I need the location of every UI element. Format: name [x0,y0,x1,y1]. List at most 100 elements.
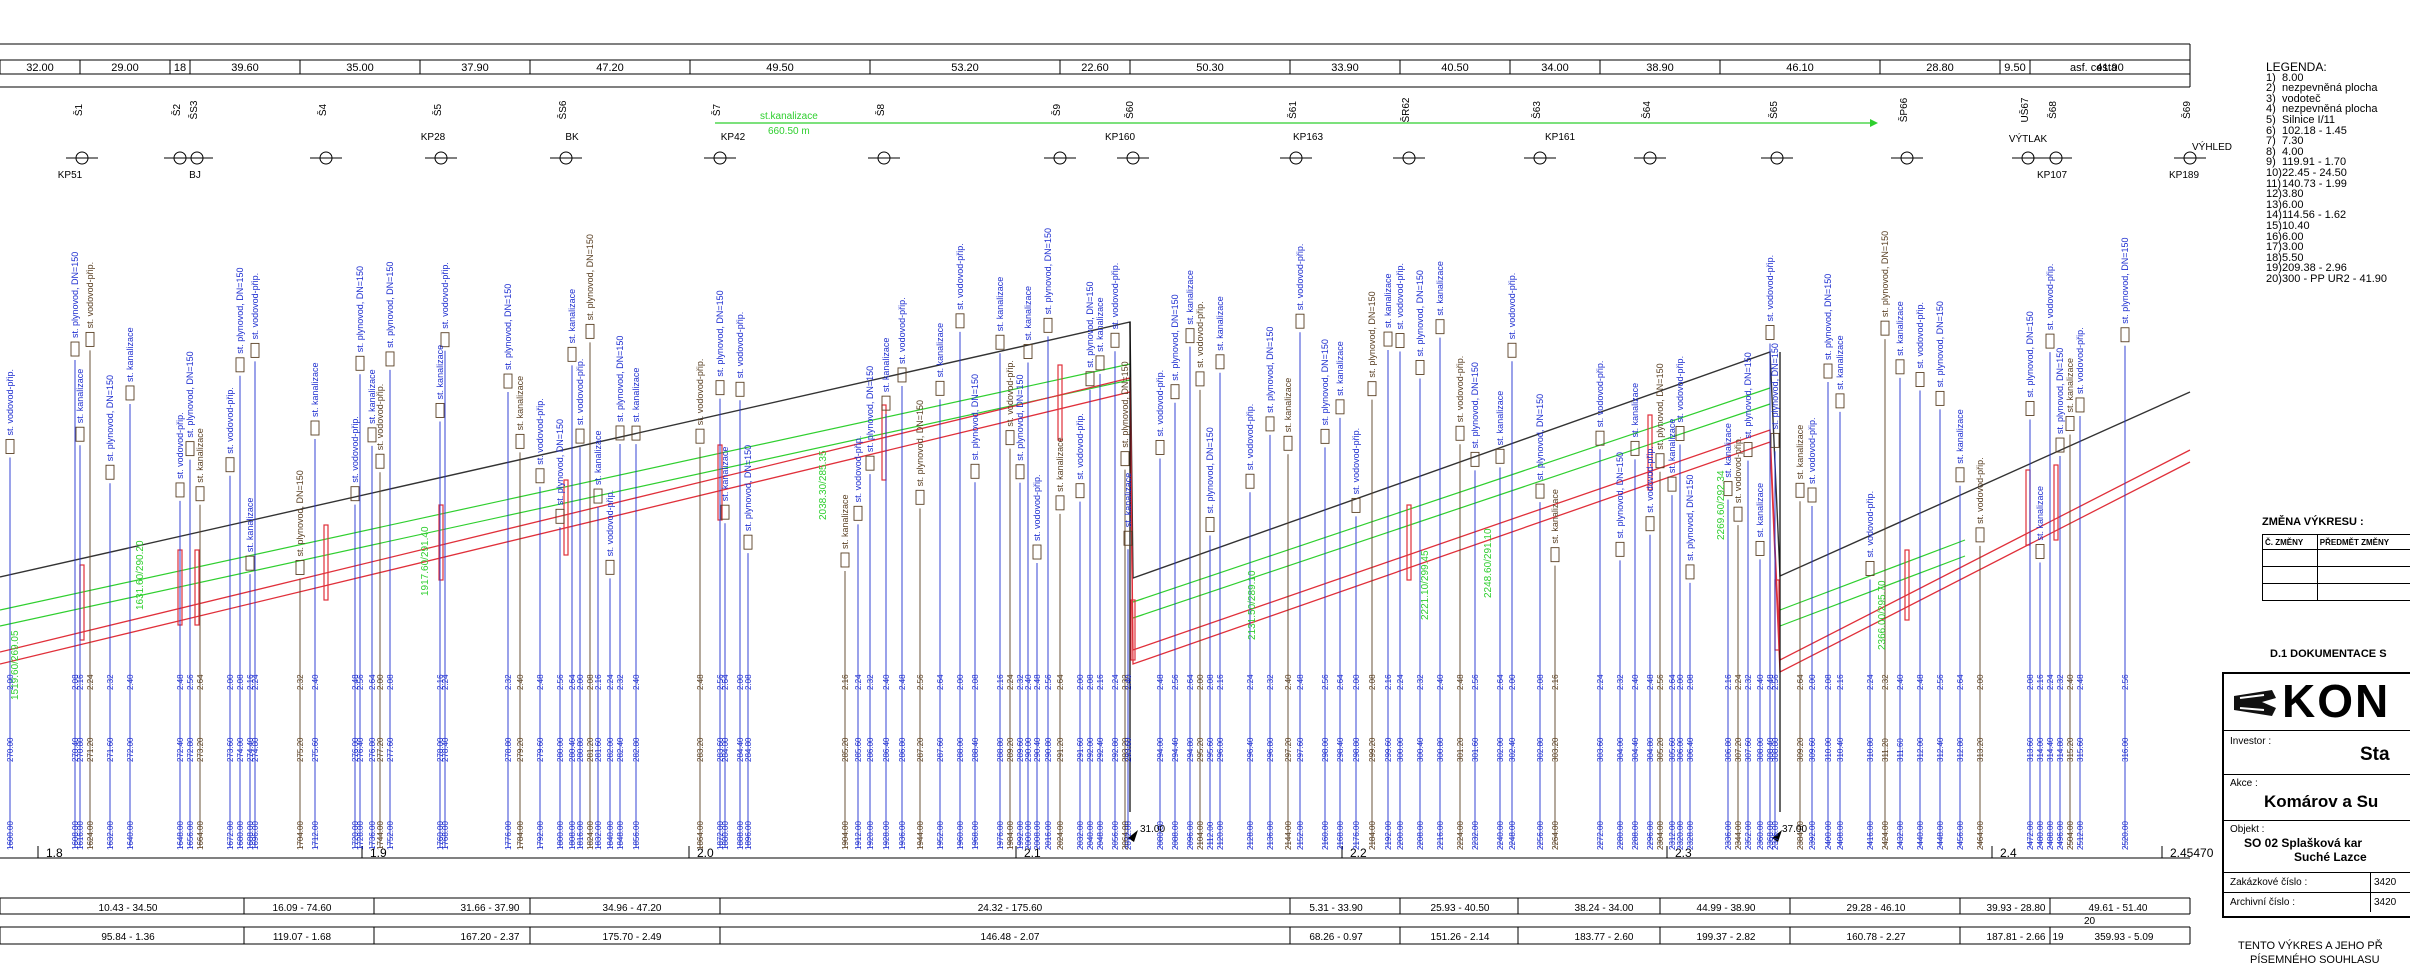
change-panel: ZMĚNA VÝKRESU : Č. ZMĚNY PŘEDMĚT ZMĚNY [2262,516,2410,601]
crossing-annotation: st. vodovod-přip. [85,262,95,329]
shaft-label: ŠS3 [187,100,200,119]
svg-text:1912.00: 1912.00 [854,821,863,850]
svg-text:287.60: 287.60 [936,737,945,762]
crossing-annotation: st. plynovod, DN=150 [1655,363,1665,449]
svg-text:270.80: 270.80 [76,737,85,762]
svg-text:2.08: 2.08 [971,674,980,690]
crossing-annotation: st. kanalizace [1123,473,1133,528]
svg-text:2.40: 2.40 [2066,674,2075,690]
crossing-annotation: st. plynovod, DN=150 [555,419,565,505]
svg-text:285.20: 285.20 [841,737,850,762]
crossing-annotation: st. plynovod, DN=150 [1823,274,1833,360]
svg-text:312.80: 312.80 [1956,737,1965,762]
svg-text:2272.00: 2272.00 [1596,821,1605,850]
svg-text:2.08: 2.08 [1686,674,1695,690]
crossing-annotation: st. kanalizace [1795,425,1805,480]
pipe-top-line [0,377,2191,662]
svg-text:298.40: 298.40 [1336,737,1345,762]
archivni-label: Archivní číslo : [2230,897,2296,908]
svg-text:2.08: 2.08 [2026,674,2035,690]
crossing-annotation: st. vodovod-přip. [1075,413,1085,480]
svg-text:271.60: 271.60 [106,737,115,762]
crossing-annotation: st. plynovod, DN=150 [865,366,875,452]
svg-text:1656.00: 1656.00 [186,821,195,850]
svg-text:2440.00: 2440.00 [1916,821,1925,850]
svg-text:312.40: 312.40 [1936,737,1945,762]
crossing-annotation: st. plynovod, DN=150 [1320,339,1330,425]
crossing-annotation: st. plynovod, DN=150 [105,375,115,461]
svg-text:304.00: 304.00 [1616,737,1625,762]
svg-text:303.60: 303.60 [1596,737,1605,762]
svg-text:2072.00: 2072.00 [1124,821,1133,850]
svg-text:277.60: 277.60 [386,737,395,762]
svg-text:2.48: 2.48 [1296,674,1305,690]
crossing-annotation: st. plynovod, DN=150 [503,284,513,370]
svg-text:273.60: 273.60 [226,737,235,762]
svg-text:2.00: 2.00 [376,674,385,690]
shaft-label: Š60 [1123,101,1136,119]
top-band-labels: 32.00 29.00 18 39.60 35.00 37.90 47.20 49.50 53.… [26,62,2124,74]
svg-text:2336.00: 2336.00 [1724,821,1733,850]
svg-text:1848.00: 1848.00 [616,821,625,850]
svg-text:313.60: 313.60 [2026,737,2035,762]
crossing-annotation: st. kanalizace [435,345,445,400]
investor-label: Investor : [2230,736,2272,747]
svg-text:2.00: 2.00 [1808,674,1817,690]
manhole-mark [79,564,85,641]
top-band-value: 47.20 [596,62,624,74]
svg-text:2280.00: 2280.00 [1616,821,1625,850]
legend-item: 20) 300 - PP UR2 - 41.90 [2266,272,2388,285]
svg-text:1672.00: 1672.00 [226,821,235,850]
crossing-annotation: st. kanalizace [75,369,85,424]
svg-text:2048.00: 2048.00 [1096,821,1105,850]
svg-text:2400.00: 2400.00 [1824,821,1833,850]
svg-text:2152.00: 2152.00 [1296,821,1305,850]
svg-text:2168.00: 2168.00 [1336,821,1345,850]
svg-text:2.16: 2.16 [841,674,850,690]
svg-text:2424.00: 2424.00 [1881,821,1890,850]
crossing-annotation: st. vodovod-přip. [1295,244,1305,311]
svg-text:286.80: 286.80 [898,737,907,762]
svg-text:2032.00: 2032.00 [1076,821,1085,850]
svg-text:2.16: 2.16 [996,674,1005,690]
crossing-annotation: st. plynovod, DN=150 [715,290,725,376]
shaft-label: Š63 [1530,101,1543,119]
svg-text:289.20: 289.20 [1006,737,1015,762]
svg-text:2256.00: 2256.00 [1536,821,1545,850]
svg-text:2.24: 2.24 [1596,674,1605,690]
svg-text:2176.00: 2176.00 [1352,821,1361,850]
crossing-annotation: st. vodovod-přip. [1455,356,1465,423]
manhole-mark [1406,504,1412,581]
crossing-annotation: st. plynovod, DN=150 [585,234,595,320]
svg-text:2.16: 2.16 [1724,674,1733,690]
band2-value: 160.78 - 2.27 [1847,932,1906,943]
crossing-annotation: st. kanalizace [1095,297,1105,352]
svg-text:2.00: 2.00 [1076,674,1085,690]
svg-text:2.24: 2.24 [1111,674,1120,690]
svg-text:2288.00: 2288.00 [1631,821,1640,850]
change-col-subject: PŘEDMĚT ZMĚNY [2316,534,2410,550]
top-band-value: 35.00 [346,62,374,74]
svg-text:314.00: 314.00 [2036,737,2045,762]
crossing-annotation: st. plynovod, DN=150 [70,252,80,338]
svg-text:2.08: 2.08 [1206,674,1215,690]
svg-text:290.40: 290.40 [1033,737,1042,762]
crossing-annotation: st. kanalizace [2035,486,2045,541]
manhole-mark [1057,364,1063,441]
svg-text:2208.00: 2208.00 [1416,821,1425,850]
svg-text:2.08: 2.08 [1368,674,1377,690]
svg-text:2056.00: 2056.00 [1111,821,1120,850]
svg-text:275.20: 275.20 [296,737,305,762]
crossing-annotation: st. vodovod-přip. [1245,404,1255,471]
svg-text:2240.00: 2240.00 [1496,821,1505,850]
svg-text:2.00: 2.00 [6,674,15,690]
elevation-value-bands: 270.002.001600.00270.402.081608.00270.80… [6,674,2130,850]
svg-text:2.56: 2.56 [2121,674,2130,690]
svg-text:296.80: 296.80 [1266,737,1275,762]
svg-text:1968.00: 1968.00 [971,821,980,850]
svg-text:2.16: 2.16 [76,674,85,690]
shaft-tag: KP51 [58,170,83,181]
svg-text:2320.00: 2320.00 [1676,821,1685,850]
crossing-annotation: st. plynovod, DN=150 [1535,394,1545,480]
svg-text:271.20: 271.20 [86,737,95,762]
